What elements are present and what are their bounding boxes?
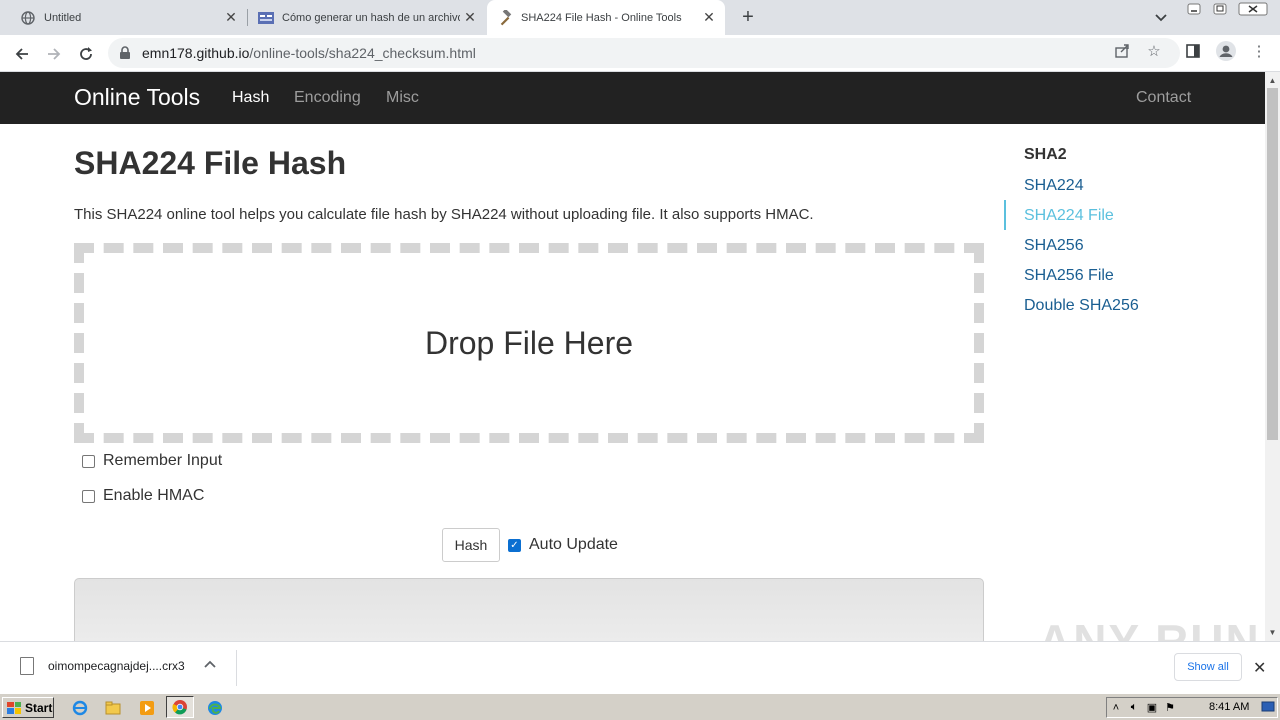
- address-bar[interactable]: emn178.github.io/online-tools/sha224_che…: [108, 38, 1180, 68]
- minimize-button[interactable]: [1183, 0, 1205, 18]
- reload-button[interactable]: [73, 41, 99, 67]
- enable-hmac-option[interactable]: Enable HMAC: [82, 487, 204, 505]
- kebab-menu-icon[interactable]: ⋮: [1250, 42, 1268, 60]
- scrollbar-thumb[interactable]: [1267, 88, 1278, 440]
- close-icon[interactable]: ✕: [699, 8, 719, 28]
- sidebar-item-sha224-file[interactable]: SHA224 File: [1024, 207, 1114, 225]
- chevron-up-icon[interactable]: ˄: [1107, 702, 1125, 714]
- auto-update-option[interactable]: ✓ Auto Update: [508, 536, 618, 554]
- site-favicon-icon: [258, 10, 274, 26]
- show-all-button[interactable]: Show all: [1174, 653, 1242, 681]
- page-title: SHA224 File Hash: [74, 145, 347, 181]
- windows-taskbar: Start ˄ 🔈︎ ▣ ⚑ 8:41 AM: [0, 693, 1280, 720]
- tab-untitled[interactable]: Untitled ✕: [0, 0, 247, 35]
- sidebar-item-sha256-file[interactable]: SHA256 File: [1024, 267, 1114, 285]
- file-dropzone[interactable]: Drop File Here: [74, 243, 984, 443]
- enable-hmac-label: Enable HMAC: [103, 487, 205, 504]
- nav-hash[interactable]: Hash: [232, 89, 269, 107]
- hash-output-area[interactable]: [74, 578, 984, 641]
- download-item[interactable]: oimompecagnajdej....crx3: [20, 657, 185, 675]
- download-bar: oimompecagnajdej....crx3 Show all ✕: [0, 641, 1280, 693]
- browser-toolbar: emn178.github.io/online-tools/sha224_che…: [0, 35, 1280, 72]
- profile-avatar-icon[interactable]: [1215, 40, 1237, 62]
- windows-logo-icon: [7, 701, 21, 714]
- auto-update-checkbox[interactable]: ✓: [508, 538, 521, 552]
- share-icon[interactable]: [1113, 42, 1131, 60]
- new-tab-button[interactable]: +: [736, 5, 760, 29]
- remember-input-option[interactable]: Remember Input: [82, 452, 222, 470]
- taskbar-clock: 8:41 AM: [1209, 701, 1250, 713]
- close-icon[interactable]: ✕: [1253, 658, 1266, 678]
- enable-hmac-checkbox[interactable]: [82, 489, 95, 503]
- auto-update-label: Auto Update: [529, 536, 618, 553]
- dropzone-label: Drop File Here: [424, 324, 634, 361]
- sidebar-item-sha256[interactable]: SHA256: [1024, 237, 1084, 255]
- system-tray: ˄ 🔈︎ ▣ ⚑ 8:41 AM: [1106, 697, 1278, 718]
- chrome-icon[interactable]: [166, 696, 194, 718]
- tab-title: Untitled: [44, 11, 82, 24]
- scroll-up-icon[interactable]: ▲: [1265, 73, 1280, 87]
- restore-button[interactable]: [1209, 0, 1231, 18]
- nav-misc[interactable]: Misc: [386, 89, 419, 107]
- chevron-down-icon[interactable]: [1151, 8, 1171, 28]
- active-indicator: [1004, 200, 1006, 230]
- lock-icon: [119, 46, 133, 60]
- page-viewport: Online Tools Hash Encoding Misc Contact …: [0, 72, 1265, 641]
- forward-button[interactable]: [41, 41, 67, 67]
- remember-input-label: Remember Input: [103, 452, 223, 469]
- url-text: emn178.github.io/online-tools/sha224_che…: [142, 45, 476, 61]
- close-icon[interactable]: ✕: [460, 8, 480, 28]
- sidebar-heading: SHA2: [1024, 146, 1067, 163]
- page-scrollbar[interactable]: ▲ ▼: [1265, 72, 1280, 641]
- site-navbar: Online Tools Hash Encoding Misc Contact: [0, 72, 1265, 124]
- media-player-icon[interactable]: [137, 698, 157, 718]
- download-divider: [236, 650, 237, 686]
- tab-sha224-file-hash[interactable]: SHA224 File Hash - Online Tools ✕: [487, 0, 725, 35]
- folder-icon[interactable]: [103, 698, 123, 718]
- close-icon[interactable]: ✕: [221, 8, 241, 28]
- side-panel-icon[interactable]: [1184, 42, 1202, 60]
- brand-link[interactable]: Online Tools: [74, 84, 200, 111]
- globe-icon: [20, 10, 36, 26]
- bookmark-star-icon[interactable]: ☆: [1145, 42, 1163, 60]
- tab-title: SHA224 File Hash - Online Tools: [521, 11, 682, 24]
- chevron-up-icon[interactable]: [204, 657, 216, 671]
- back-button[interactable]: [9, 41, 35, 67]
- edge-icon[interactable]: [205, 698, 225, 718]
- window-close-button[interactable]: [1235, 0, 1271, 18]
- nav-encoding[interactable]: Encoding: [294, 89, 361, 107]
- internet-explorer-icon[interactable]: [70, 698, 90, 718]
- sidebar-item-sha224[interactable]: SHA224: [1024, 177, 1084, 195]
- page-description: This SHA224 online tool helps you calcul…: [74, 206, 814, 223]
- sidebar-item-double-sha256[interactable]: Double SHA256: [1024, 297, 1139, 315]
- hash-button[interactable]: Hash: [442, 528, 500, 562]
- anyrun-watermark: ANY RUN: [1038, 615, 1261, 641]
- file-icon: [20, 657, 34, 675]
- remember-input-checkbox[interactable]: [82, 454, 95, 468]
- tab-como-generar[interactable]: Cómo generar un hash de un archivo ✕: [248, 0, 486, 35]
- flag-icon[interactable]: ⚑: [1161, 701, 1179, 714]
- tab-strip: Untitled ✕ Cómo generar un hash de un ar…: [0, 0, 1280, 35]
- network-icon[interactable]: ▣: [1143, 701, 1161, 714]
- start-button[interactable]: Start: [2, 697, 54, 718]
- tab-title: Cómo generar un hash de un archivo: [282, 11, 460, 24]
- volume-icon[interactable]: 🔈︎: [1125, 701, 1143, 714]
- hammer-icon: [497, 9, 513, 26]
- download-filename: oimompecagnajdej....crx3: [48, 659, 185, 673]
- start-label: Start: [25, 700, 53, 715]
- show-desktop-icon[interactable]: [1259, 701, 1277, 716]
- nav-contact[interactable]: Contact: [1136, 89, 1191, 107]
- scroll-down-icon[interactable]: ▼: [1265, 625, 1280, 639]
